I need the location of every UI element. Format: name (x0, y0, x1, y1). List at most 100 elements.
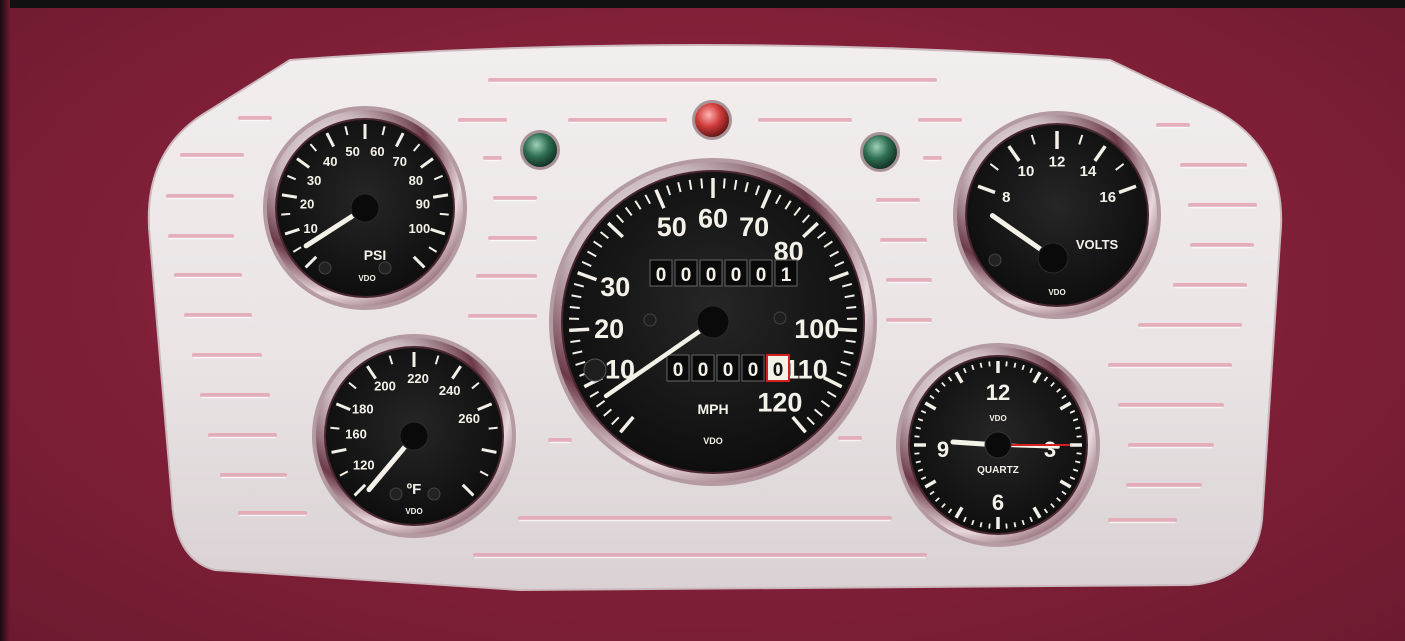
temp-label: 220 (407, 371, 429, 386)
speed-lamp-socket (773, 311, 787, 325)
clock-minute-tick (988, 523, 991, 529)
speed-label: 20 (594, 314, 624, 344)
speed-label: 70 (739, 212, 769, 242)
volts-unit-label: VOLTS (1076, 237, 1119, 252)
trip-digit: 0 (673, 360, 684, 381)
odometer-digit: 0 (756, 265, 767, 286)
psi-label: 80 (409, 173, 423, 188)
temp-label: 200 (374, 378, 396, 393)
speed-lamp-socket (643, 313, 657, 327)
dashboard-panel-scene: 1020304050 60708090100PSIVDO1201601802002… (147, 44, 1283, 592)
psi-label: 50 (345, 144, 359, 159)
clock-minute-tick (1013, 362, 1017, 368)
clock-numeral: 6 (992, 490, 1004, 515)
temp-label: 120 (353, 458, 375, 473)
gauge-needle-hub (350, 193, 380, 223)
volts-lamp-socket (988, 253, 1002, 267)
temp-label: 180 (352, 401, 374, 416)
speed-brand-label: VDO (703, 436, 723, 446)
volts-label: 10 (1018, 163, 1035, 180)
volts-label: 12 (1049, 153, 1066, 170)
psi-label: 70 (393, 154, 407, 169)
clock-minute-tick (915, 426, 921, 430)
odometer-digit: 1 (781, 265, 792, 286)
indicator-lamp-left (523, 133, 557, 167)
odometer-digit: 0 (681, 265, 692, 286)
psi-label: 10 (303, 221, 317, 236)
psi-unit-label: PSI (364, 247, 387, 263)
voltmeter-gauge: 8 10 12 1416 VOLTS VDO (953, 111, 1161, 319)
trip-digit: 0 (773, 360, 784, 381)
clock-minute-tick (1013, 522, 1017, 528)
temperature-gauge: 120 160 180200 220 240 260 ºF VDO (312, 334, 516, 538)
odometer-digit: 0 (731, 265, 742, 286)
speed-major-tick (836, 327, 857, 333)
volts-brand-label: VDO (1048, 288, 1065, 297)
speed-label: 120 (757, 387, 802, 417)
indicator-lamp-right (863, 135, 897, 169)
clock-minute-tick (1005, 523, 1008, 529)
temp-minor-tick (330, 426, 340, 430)
clock-numeral: 9 (937, 437, 949, 462)
speed-label: 60 (698, 204, 728, 234)
clock-numeral: 12 (986, 380, 1010, 405)
psi-label: 20 (300, 197, 314, 212)
gauge-needle-hub (1037, 242, 1069, 274)
speed-minor-tick (570, 339, 581, 344)
psi-label: 40 (323, 154, 337, 169)
speed-label: 100 (794, 314, 839, 344)
volts-label: 14 (1080, 163, 1097, 180)
psi-minor-tick (281, 212, 291, 216)
oil-pressure-gauge: 1020304050 60708090100PSIVDO (263, 106, 467, 310)
temp-label: 260 (458, 411, 480, 426)
clock-minute-tick (914, 435, 920, 438)
clock-brand-label: VDO (989, 414, 1006, 423)
psi-minor-tick (439, 212, 449, 216)
speed-minor-tick (846, 305, 857, 309)
temp-brand-label: VDO (405, 507, 422, 516)
clock-minute-tick (1005, 361, 1008, 367)
indicator-lamp-center (695, 103, 729, 137)
clock-unit-label: QUARTZ (977, 465, 1019, 476)
temp-lamp-socket (389, 487, 403, 501)
odometer-digit: 0 (706, 265, 717, 286)
clock-minute-tick (1075, 426, 1081, 430)
psi-label: 60 (370, 144, 384, 159)
speed-minor-tick (722, 178, 726, 189)
speed-label: 30 (600, 272, 630, 302)
clock-minute-tick (979, 522, 983, 528)
clock-minute-tick (988, 361, 991, 367)
speed-minor-tick (845, 339, 856, 344)
speed-reset-knob (583, 358, 607, 382)
speed-unit-label: MPH (697, 401, 728, 417)
speed-label: 110 (784, 354, 828, 384)
volts-label: 8 (1002, 189, 1010, 206)
temp-label: 160 (345, 427, 367, 442)
temp-lamp-socket (427, 487, 441, 501)
temp-unit-label: ºF (407, 481, 422, 498)
odometer-digit: 0 (656, 265, 667, 286)
clock-minute-tick (1076, 452, 1082, 455)
psi-label: 90 (416, 197, 430, 212)
psi-brand-label: VDO (358, 274, 375, 283)
psi-lamp-socket (318, 261, 332, 275)
temp-minor-tick (488, 426, 498, 430)
trip-digit: 0 (723, 360, 734, 381)
gauge-needle-hub (399, 421, 429, 451)
speed-label: 50 (657, 212, 687, 242)
speed-minor-tick (569, 305, 580, 309)
clock-gauge: 12 3 6 9 VDO QUARTZ (896, 343, 1100, 547)
speed-minor-tick (700, 178, 704, 189)
psi-label: 30 (307, 173, 321, 188)
clock-hub (984, 431, 1012, 459)
speedometer-gauge: 10203050 60 70801001101200 0 0 0 0 10 0 0 0 0MPHVDO (549, 158, 877, 486)
psi-label: 100 (408, 221, 430, 236)
temp-label: 240 (439, 383, 461, 398)
clock-minute-tick (914, 452, 920, 455)
trip-digit: 0 (748, 360, 759, 381)
clock-numeral: 3 (1044, 437, 1056, 462)
speed-major-tick (569, 327, 590, 333)
gauge-needle-hub (696, 305, 730, 339)
trip-digit: 0 (698, 360, 709, 381)
volts-label: 16 (1099, 189, 1116, 206)
